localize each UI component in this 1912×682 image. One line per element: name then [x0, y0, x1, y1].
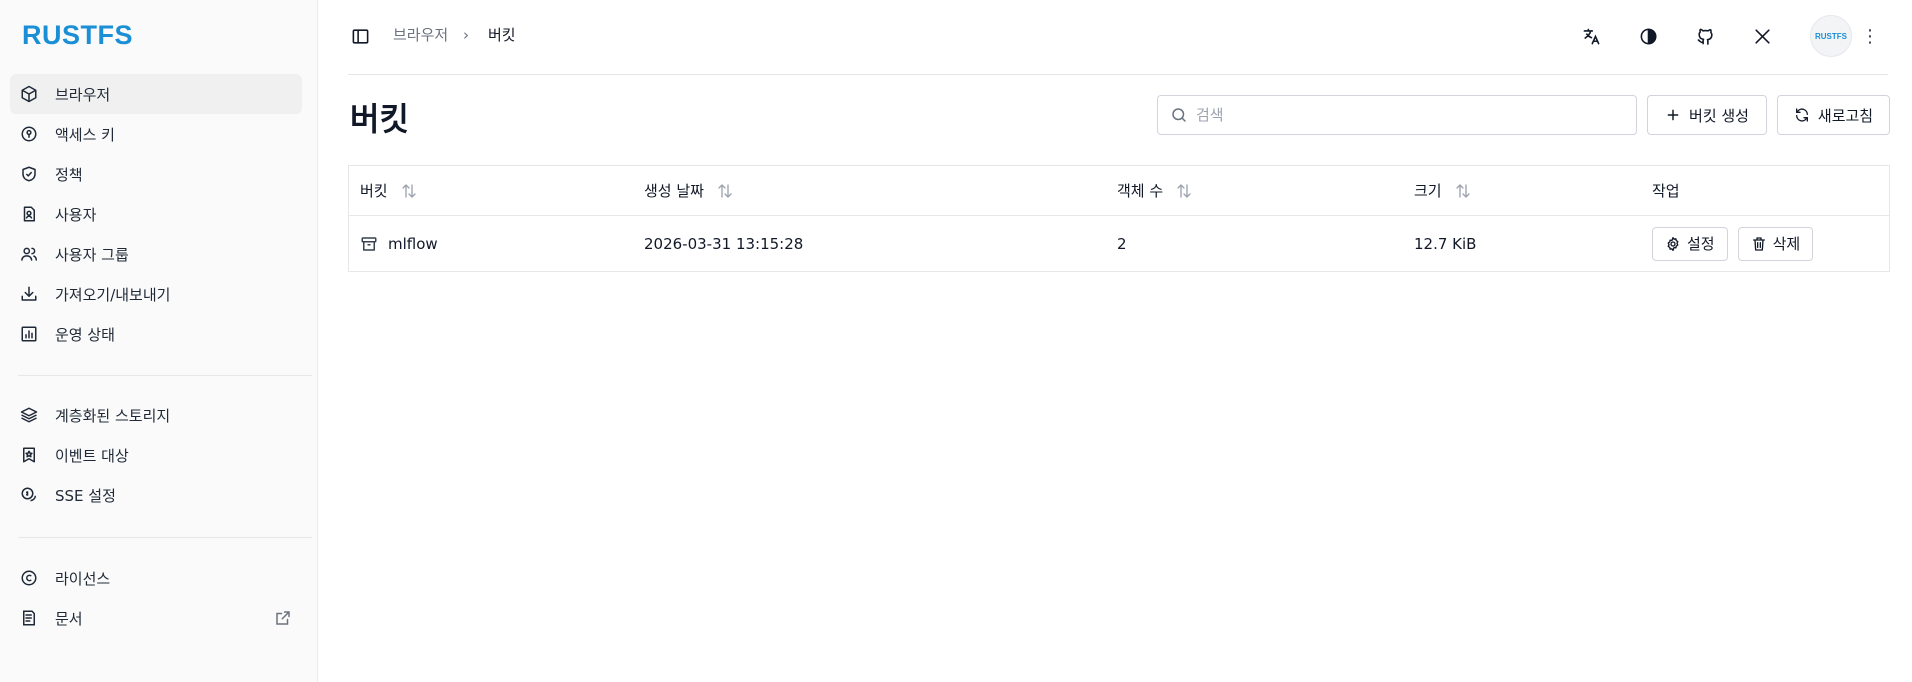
top-bar: 브라우저 › 버킷 RUSTFS ⋮ — [348, 0, 1888, 75]
refresh-icon — [1794, 107, 1810, 123]
sidebar: RUSTFS 브라우저 액세스 키 정책 사용자 사용자 그룹 가져오기/내보내 — [0, 0, 318, 682]
column-header-label: 크기 — [1414, 182, 1442, 200]
actions-cell: 설정 삭제 — [1652, 216, 1823, 271]
sidebar-item-label: 운영 상태 — [55, 325, 115, 344]
sidebar-item-label: 정책 — [55, 165, 83, 184]
copyright-icon — [18, 567, 40, 589]
external-link-icon — [274, 609, 292, 627]
sidebar-item-documentation[interactable]: 문서 — [10, 598, 302, 638]
sort-icon — [1455, 183, 1470, 198]
sidebar-item-access-keys[interactable]: 액세스 키 — [10, 114, 302, 154]
sidebar-item-label: 문서 — [55, 609, 83, 628]
sidebar-item-label: 가져오기/내보내기 — [55, 285, 171, 304]
sidebar-item-user-groups[interactable]: 사용자 그룹 — [10, 234, 302, 274]
search-input[interactable] — [1196, 106, 1616, 124]
avatar[interactable]: RUSTFS — [1810, 15, 1852, 57]
sidebar-item-event-targets[interactable]: 이벤트 대상 — [10, 435, 302, 475]
buckets-table: 버킷 생성 날짜 객체 수 크기 작업 mlflow 2026-03-31 13… — [348, 165, 1890, 272]
sidebar-item-label: 사용자 그룹 — [55, 245, 129, 264]
sidebar-item-label: 계층화된 스토리지 — [55, 406, 171, 425]
bucket-name-cell[interactable]: mlflow — [360, 216, 438, 271]
search-field[interactable] — [1157, 95, 1637, 135]
cube-icon — [18, 83, 40, 105]
settings-label: 설정 — [1687, 235, 1715, 253]
created-date-cell: 2026-03-31 13:15:28 — [644, 234, 804, 253]
sidebar-toggle-button[interactable] — [348, 24, 372, 48]
create-bucket-button[interactable]: 버킷 생성 — [1647, 95, 1767, 135]
sort-icon — [401, 183, 416, 198]
sidebar-item-operational-status[interactable]: 운영 상태 — [10, 314, 302, 354]
table-row[interactable]: mlflow 2026-03-31 13:15:28 2 12.7 KiB 설정… — [349, 216, 1889, 271]
bookmark-star-icon — [18, 444, 40, 466]
create-bucket-label: 버킷 생성 — [1689, 106, 1749, 125]
breadcrumb-separator-icon: › — [463, 26, 469, 44]
archive-box-icon — [361, 236, 377, 251]
coins-icon — [18, 484, 40, 506]
trash-icon — [1752, 236, 1765, 251]
x-social-button[interactable] — [1749, 23, 1775, 49]
sidebar-item-policies[interactable]: 정책 — [10, 154, 302, 194]
users-icon — [18, 243, 40, 265]
settings-button[interactable]: 설정 — [1652, 226, 1728, 261]
bar-chart-icon — [18, 323, 40, 345]
rustfs-logo[interactable]: RUSTFS — [22, 20, 133, 51]
column-header-actions: 작업 — [1652, 166, 1680, 215]
sidebar-item-label: 브라우저 — [55, 85, 111, 104]
gear-icon — [1667, 236, 1679, 251]
breadcrumb-browser[interactable]: 브라우저 — [393, 24, 448, 46]
document-icon — [18, 607, 40, 629]
shield-check-icon — [18, 163, 40, 185]
delete-button[interactable]: 삭제 — [1737, 226, 1814, 261]
sidebar-item-sse-settings[interactable]: SSE 설정 — [10, 475, 302, 515]
key-circle-icon — [18, 123, 40, 145]
download-tray-icon — [18, 283, 40, 305]
size-cell: 12.7 KiB — [1414, 234, 1477, 253]
github-icon — [1696, 27, 1715, 46]
sidebar-item-import-export[interactable]: 가져오기/내보내기 — [10, 274, 302, 314]
refresh-label: 새로고침 — [1817, 106, 1874, 125]
sidebar-divider — [18, 375, 312, 376]
sidebar-divider — [18, 537, 312, 538]
column-header-bucket[interactable]: 버킷 — [360, 166, 418, 215]
sidebar-item-label: SSE 설정 — [55, 486, 116, 505]
sidebar-item-label: 사용자 — [55, 205, 97, 224]
sidebar-item-label: 이벤트 대상 — [55, 446, 129, 465]
column-header-label: 버킷 — [360, 182, 388, 200]
sidebar-item-users[interactable]: 사용자 — [10, 194, 302, 234]
sidebar-item-license[interactable]: 라이선스 — [10, 558, 302, 598]
user-badge-icon — [18, 203, 40, 225]
column-header-objects[interactable]: 객체 수 — [1117, 166, 1193, 215]
sidebar-item-browser[interactable]: 브라우저 — [10, 74, 302, 114]
sort-icon — [1177, 183, 1191, 198]
sort-icon — [718, 183, 732, 198]
theme-toggle-button[interactable] — [1635, 23, 1661, 49]
sidebar-item-label: 액세스 키 — [55, 125, 115, 144]
sidebar-panel-icon — [351, 27, 370, 46]
object-count-cell: 2 — [1117, 234, 1127, 253]
sidebar-item-label: 라이선스 — [55, 569, 111, 588]
plus-icon — [1665, 107, 1681, 123]
search-icon — [1170, 106, 1196, 124]
column-header-label: 생성 날짜 — [644, 182, 704, 200]
language-button[interactable] — [1578, 23, 1604, 49]
column-header-size[interactable]: 크기 — [1414, 166, 1472, 215]
breadcrumb-current: 버킷 — [488, 26, 516, 44]
delete-label: 삭제 — [1772, 235, 1801, 253]
more-menu-button[interactable]: ⋮ — [1861, 23, 1879, 49]
column-header-label: 객체 수 — [1117, 182, 1164, 200]
column-header-label: 작업 — [1652, 182, 1680, 200]
translate-icon — [1582, 27, 1601, 46]
refresh-button[interactable]: 새로고침 — [1777, 95, 1890, 135]
page-title: 버킷 — [350, 100, 409, 138]
github-button[interactable] — [1692, 23, 1718, 49]
layers-icon — [18, 404, 40, 426]
bucket-name[interactable]: mlflow — [388, 235, 438, 253]
theme-icon — [1639, 27, 1658, 46]
table-header-row: 버킷 생성 날짜 객체 수 크기 작업 — [349, 166, 1889, 216]
column-header-created[interactable]: 생성 날짜 — [644, 166, 734, 215]
x-logo-icon — [1753, 27, 1772, 46]
sidebar-item-tiered-storage[interactable]: 계층화된 스토리지 — [10, 395, 302, 435]
